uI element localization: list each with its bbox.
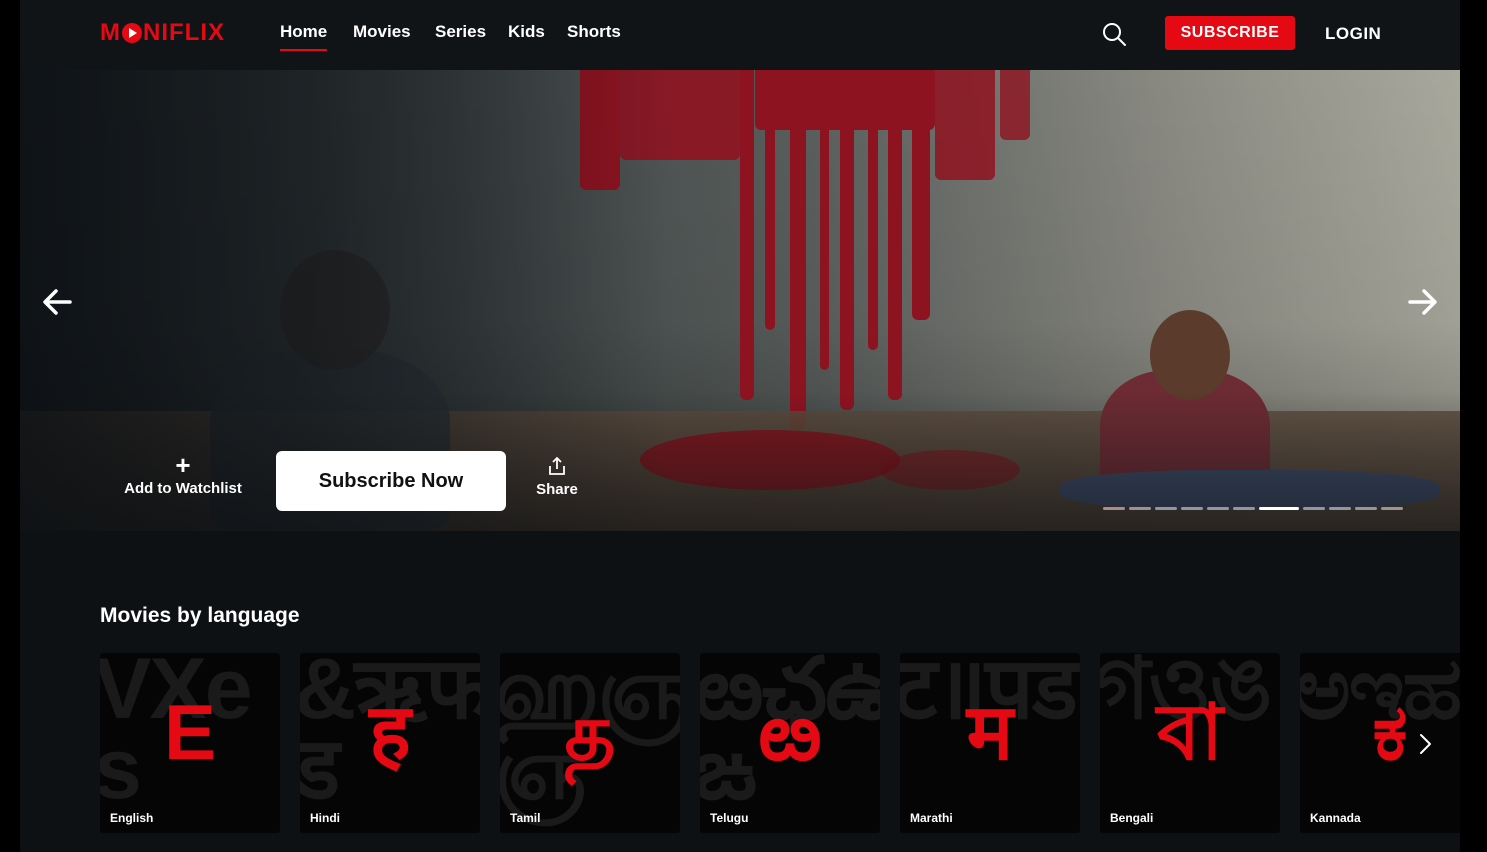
language-glyph: ह — [369, 688, 411, 776]
watchlist-label: Add to Watchlist — [124, 480, 242, 497]
carousel-dot[interactable] — [1103, 507, 1125, 510]
nav-series[interactable]: Series — [435, 22, 486, 42]
language-card-marathi[interactable]: ट॥पड म Marathi — [900, 653, 1080, 833]
carousel-prev-arrow-icon[interactable] — [40, 286, 76, 318]
share-label: Share — [536, 481, 578, 498]
moniflix-logo[interactable]: M NIFLIX — [100, 18, 225, 48]
carousel-dot[interactable] — [1303, 507, 1325, 510]
top-navigation-bar: M NIFLIX Home Movies Series Kids Shorts … — [20, 0, 1460, 70]
share-icon — [549, 456, 565, 475]
language-row-next-chevron-icon[interactable] — [1416, 730, 1434, 758]
section-title-movies-by-language: Movies by language — [100, 604, 300, 627]
language-glyph: த — [564, 688, 616, 776]
language-name: Marathi — [910, 811, 953, 825]
nav-kids[interactable]: Kids — [508, 22, 545, 42]
language-name: Tamil — [510, 811, 541, 825]
login-link[interactable]: LOGIN — [1325, 24, 1381, 44]
language-glyph: म — [966, 688, 1014, 776]
subscribe-button[interactable]: SUBSCRIBE — [1165, 16, 1295, 50]
language-glyph: E — [163, 688, 217, 776]
carousel-indicators — [1103, 507, 1403, 510]
carousel-dot[interactable] — [1355, 507, 1377, 510]
language-name: Hindi — [310, 811, 340, 825]
language-name: English — [110, 811, 154, 825]
nav-home[interactable]: Home — [280, 22, 328, 51]
logo-text-end: NIFLIX — [143, 19, 225, 46]
language-name: Kannada — [1310, 811, 1361, 825]
subscribe-now-button[interactable]: Subscribe Now — [276, 451, 506, 511]
language-name: Telugu — [710, 811, 749, 825]
carousel-dot[interactable] — [1329, 507, 1351, 510]
language-glyph: বা — [1156, 688, 1224, 776]
search-icon[interactable] — [1101, 21, 1127, 47]
language-carousel: VXes E English &ऋफड ह Hindi ஹஞஞ த Tamil … — [100, 653, 1460, 833]
language-card-tamil[interactable]: ஹஞஞ த Tamil — [500, 653, 680, 833]
carousel-dot[interactable] — [1155, 507, 1177, 510]
carousel-dot[interactable] — [1259, 507, 1299, 510]
nav-shorts[interactable]: Shorts — [567, 22, 621, 42]
carousel-dot[interactable] — [1207, 507, 1229, 510]
plus-icon: + — [175, 450, 191, 480]
logo-text-start: M — [100, 19, 121, 46]
carousel-dot[interactable] — [1381, 507, 1403, 510]
app-window: M NIFLIX Home Movies Series Kids Shorts … — [20, 0, 1460, 852]
share-button[interactable]: Share — [528, 456, 586, 498]
carousel-dot[interactable] — [1181, 507, 1203, 510]
carousel-next-arrow-icon[interactable] — [1404, 286, 1440, 318]
language-card-telugu[interactable]: ఴఛఉఙ ఴ Telugu — [700, 653, 880, 833]
language-name: Bengali — [1110, 811, 1154, 825]
language-glyph: ఴ — [758, 688, 822, 776]
hero-banner: + Add to Watchlist Subscribe Now Share — [20, 70, 1460, 531]
logo-play-icon — [122, 23, 142, 43]
nav-movies[interactable]: Movies — [353, 22, 411, 42]
language-card-bengali[interactable]: গওঙ বা Bengali — [1100, 653, 1280, 833]
carousel-dot[interactable] — [1129, 507, 1151, 510]
add-to-watchlist-button[interactable]: + Add to Watchlist — [118, 452, 248, 497]
language-card-english[interactable]: VXes E English — [100, 653, 280, 833]
carousel-dot[interactable] — [1233, 507, 1255, 510]
language-card-kannada[interactable]: ಅಇಹ ಕ Kannada — [1300, 653, 1460, 833]
language-glyph: ಕ — [1372, 688, 1408, 776]
language-card-hindi[interactable]: &ऋफड ह Hindi — [300, 653, 480, 833]
